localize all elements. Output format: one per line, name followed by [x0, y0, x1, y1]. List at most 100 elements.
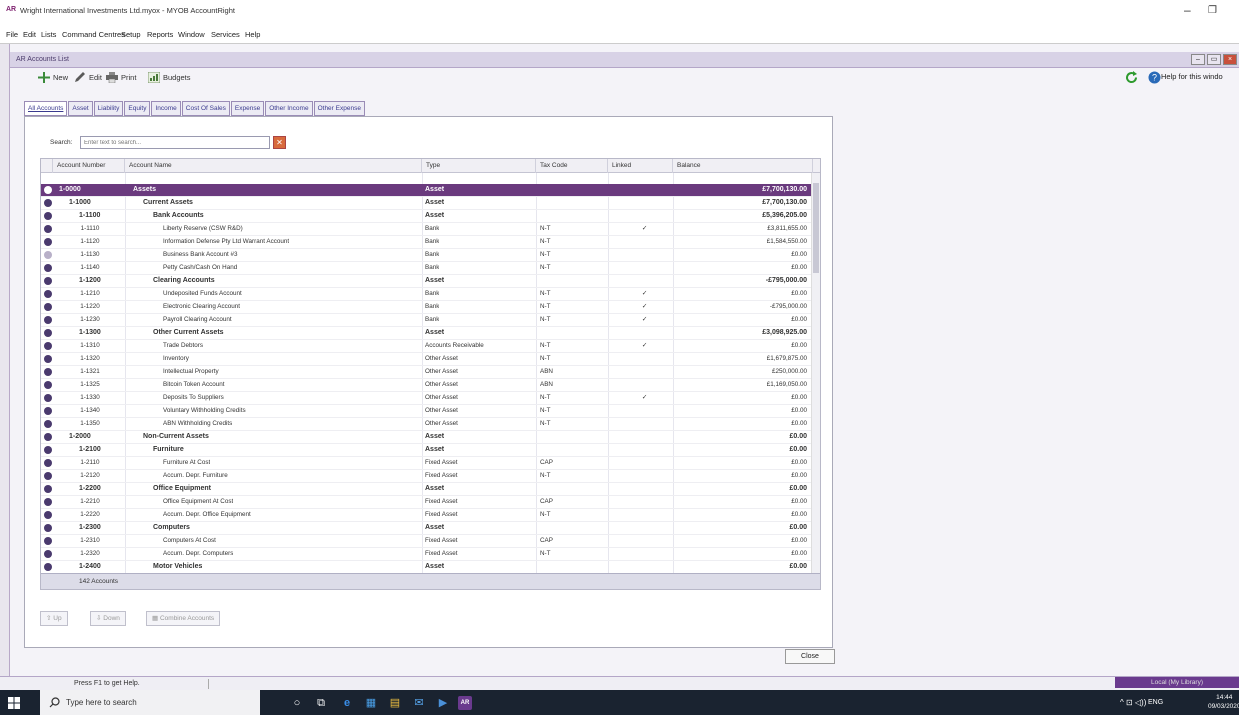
expand-account-icon[interactable]	[44, 407, 52, 415]
table-row[interactable]: 1-1120 Information Defense Pty Ltd Warran…	[41, 236, 813, 249]
expand-account-icon[interactable]	[44, 459, 52, 467]
table-row[interactable]: 1-1200 Clearing Accounts Asset -£795,000.00	[41, 275, 813, 288]
tab-equity[interactable]: Equity	[124, 101, 151, 116]
child-minimize-icon[interactable]: –	[1191, 54, 1205, 65]
table-row[interactable]: 1-1130 Business Bank Account #3 Bank N-T £0.…	[41, 249, 813, 262]
expand-account-icon[interactable]	[44, 511, 52, 519]
expand-account-icon[interactable]	[44, 381, 52, 389]
expand-account-icon[interactable]	[44, 342, 52, 350]
file-explorer-icon[interactable]: ▤	[388, 696, 402, 710]
table-row[interactable]: 1-1100 Bank Accounts Asset £5,396,205.00	[41, 210, 813, 223]
tab-other-expense[interactable]: Other Expense	[313, 101, 365, 116]
expand-account-icon[interactable]	[44, 316, 52, 324]
print-button[interactable]: Print	[106, 72, 136, 83]
expand-account-icon[interactable]	[44, 537, 52, 545]
mail-icon[interactable]: ✉	[412, 696, 426, 710]
table-row[interactable]: 1-1300 Other Current Assets Asset £3,098,92…	[41, 327, 813, 340]
clear-search-icon[interactable]: ✕	[273, 136, 286, 149]
help-for-window-link[interactable]: Help for this windo	[1161, 72, 1223, 81]
vertical-scrollbar[interactable]	[811, 173, 820, 573]
new-button[interactable]: New	[38, 72, 68, 83]
expand-account-icon[interactable]	[44, 225, 52, 233]
menu-command-centres[interactable]: Command Centres	[62, 30, 125, 39]
table-row[interactable]: 1-2210 Office Equipment At Cost Fixed Asse…	[41, 496, 813, 509]
close-button[interactable]: Close	[785, 649, 835, 664]
table-row[interactable]: 1-2220 Accum. Depr. Office Equipment Fixed…	[41, 509, 813, 522]
table-row[interactable]: 1-1110 Liberty Reserve (CSW R&D) Bank N-T ✓ £…	[41, 223, 813, 236]
table-row[interactable]: 1-2110 Furniture At Cost Fixed Asset CAP £0.…	[41, 457, 813, 470]
combine-accounts-button[interactable]: ▦ Combine Accounts	[146, 611, 221, 626]
table-row[interactable]: 1-1325 Bitcoin Token Account Other Asset AB…	[41, 379, 813, 392]
expand-account-icon[interactable]	[44, 186, 52, 194]
col-account-number[interactable]: Account Number	[53, 159, 125, 173]
expand-account-icon[interactable]	[44, 550, 52, 558]
expand-account-icon[interactable]	[44, 433, 52, 441]
expand-account-icon[interactable]	[44, 420, 52, 428]
expand-account-icon[interactable]	[44, 446, 52, 454]
expand-account-icon[interactable]	[44, 303, 52, 311]
col-account-name[interactable]: Account Name	[125, 159, 422, 173]
expand-account-icon[interactable]	[44, 355, 52, 363]
accountright-taskbar-icon[interactable]: AR	[458, 696, 472, 710]
taskbar-clock[interactable]: 14:44 09/03/2020	[1208, 693, 1239, 711]
table-row[interactable]: 1-1350 ABN Withholding Credits Other Asset…	[41, 418, 813, 431]
scrollbar-thumb[interactable]	[813, 183, 819, 273]
menu-help[interactable]: Help	[245, 30, 260, 39]
table-row[interactable]: 1-1230 Payroll Clearing Account Bank N-T ✓ £0…	[41, 314, 813, 327]
taskbar-search-box[interactable]: Type here to search	[40, 690, 260, 715]
col-linked[interactable]: Linked	[608, 159, 673, 173]
menu-reports[interactable]: Reports	[147, 30, 173, 39]
expand-account-icon[interactable]	[44, 524, 52, 532]
menu-services[interactable]: Services	[211, 30, 240, 39]
table-row[interactable]: 1-1321 Intellectual Property Other Asset AB…	[41, 366, 813, 379]
table-row[interactable]: 1-2320 Accum. Depr. Computers Fixed Asset N…	[41, 548, 813, 561]
budgets-button[interactable]: Budgets	[148, 72, 191, 83]
media-icon[interactable]: ▶	[436, 696, 450, 710]
tab-expense[interactable]: Expense	[230, 101, 265, 116]
table-row[interactable]: 1-2310 Computers At Cost Fixed Asset CAP £0.…	[41, 535, 813, 548]
table-row[interactable]: 1-2300 Computers Asset £0.00	[41, 522, 813, 535]
minimize-icon[interactable]: –	[1184, 3, 1191, 17]
expand-account-icon[interactable]	[44, 329, 52, 337]
child-restore-icon[interactable]: ▭	[1207, 54, 1221, 65]
move-down-button[interactable]: ⇩ Down	[90, 611, 126, 626]
expand-account-icon[interactable]	[44, 290, 52, 298]
table-row[interactable]: 1-1000 Current Assets Asset £7,700,130.00	[41, 197, 813, 210]
expand-account-icon[interactable]	[44, 238, 52, 246]
expand-account-icon[interactable]	[44, 498, 52, 506]
table-row[interactable]: 1-1340 Voluntary Withholding Credits Other…	[41, 405, 813, 418]
tab-other-income[interactable]: Other Income	[265, 101, 313, 116]
table-row[interactable]: 1-1310 Trade Debtors Accounts Receivable N-…	[41, 340, 813, 353]
tab-all-accounts[interactable]: All Accounts	[24, 101, 68, 116]
table-row[interactable]: 1-1140 Petty Cash/Cash On Hand Bank N-T £0.0…	[41, 262, 813, 275]
move-up-button[interactable]: ⇧ Up	[40, 611, 68, 626]
task-view-icon[interactable]: ⧉	[314, 696, 328, 710]
col-balance[interactable]: Balance	[673, 159, 813, 173]
expand-account-icon[interactable]	[44, 264, 52, 272]
maximize-icon[interactable]: ❐	[1208, 5, 1217, 16]
menu-setup[interactable]: Setup	[121, 30, 141, 39]
table-row[interactable]: 1-2200 Office Equipment Asset £0.00	[41, 483, 813, 496]
cortana-icon[interactable]: ○	[290, 696, 304, 710]
menu-file[interactable]: File	[6, 30, 18, 39]
expand-account-icon[interactable]	[44, 394, 52, 402]
edge-icon[interactable]: e	[340, 696, 354, 710]
refresh-icon[interactable]	[1125, 71, 1138, 84]
expand-account-icon[interactable]	[44, 251, 52, 259]
tab-liability[interactable]: Liability	[93, 101, 124, 116]
expand-account-icon[interactable]	[44, 472, 52, 480]
expand-account-icon[interactable]	[44, 199, 52, 207]
search-input[interactable]	[80, 136, 270, 149]
child-close-icon[interactable]: ×	[1223, 54, 1237, 65]
expand-account-icon[interactable]	[44, 212, 52, 220]
tab-asset[interactable]: Asset	[68, 101, 93, 116]
help-icon[interactable]: ?	[1148, 71, 1161, 84]
table-row[interactable]: 1-1330 Deposits To Suppliers Other Asset N-…	[41, 392, 813, 405]
tab-income[interactable]: Income	[151, 101, 181, 116]
table-row[interactable]: 1-2100 Furniture Asset £0.00	[41, 444, 813, 457]
table-row[interactable]: 1-0000 Assets Asset £7,700,130.00	[41, 184, 813, 197]
language-indicator[interactable]: ENG	[1148, 699, 1163, 706]
expand-account-icon[interactable]	[44, 485, 52, 493]
expand-account-icon[interactable]	[44, 368, 52, 376]
expand-account-icon[interactable]	[44, 563, 52, 571]
